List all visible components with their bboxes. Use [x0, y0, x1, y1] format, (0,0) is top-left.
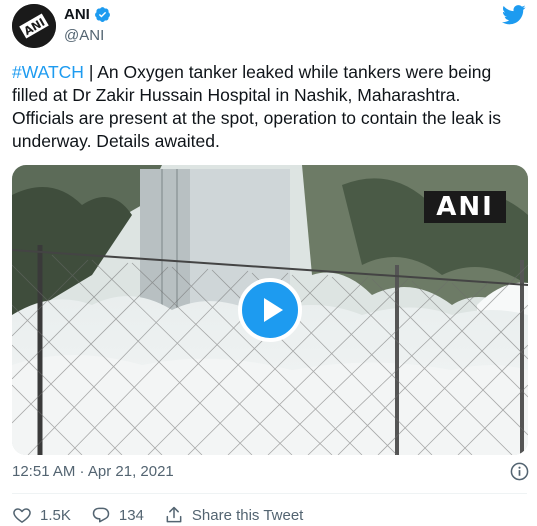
heart-icon [13, 508, 31, 523]
tweet-card: ANI ANI @ANI #WATCH | An Oxygen tanker l… [0, 0, 537, 525]
avatar[interactable]: ANI [12, 4, 56, 48]
play-button[interactable] [238, 278, 302, 342]
divider [12, 493, 527, 494]
ani-watermark: ANI [424, 191, 506, 223]
twitter-bird-icon[interactable] [502, 4, 526, 26]
play-icon [264, 298, 283, 322]
display-name[interactable]: ANI [64, 6, 90, 23]
like-count: 1.5K [40, 506, 71, 524]
share-action[interactable]: Share this Tweet [164, 505, 303, 525]
share-label: Share this Tweet [191, 506, 304, 524]
like-action[interactable]: 1.5K [12, 505, 71, 525]
info-icon[interactable] [510, 462, 529, 481]
share-icon [166, 506, 182, 523]
tweet-body: | An Oxygen tanker leaked while tankers … [12, 62, 501, 151]
author-name-row[interactable]: ANI [64, 6, 111, 23]
ani-logo-icon: ANI [12, 4, 56, 48]
reply-action[interactable]: 134 [91, 505, 144, 525]
tweet-text: #WATCH | An Oxygen tanker leaked while t… [12, 61, 527, 153]
verified-badge-icon [94, 7, 110, 22]
video-player[interactable]: ANI [12, 165, 528, 455]
reply-icon [92, 507, 110, 523]
tweet-actions: 1.5K 134 Share this Tweet [12, 504, 323, 526]
reply-count: 134 [118, 506, 144, 524]
handle[interactable]: @ANI [64, 27, 104, 44]
hashtag-link[interactable]: #WATCH [12, 62, 84, 82]
tweet-timestamp[interactable]: 12:51 AM · Apr 21, 2021 [12, 463, 174, 480]
